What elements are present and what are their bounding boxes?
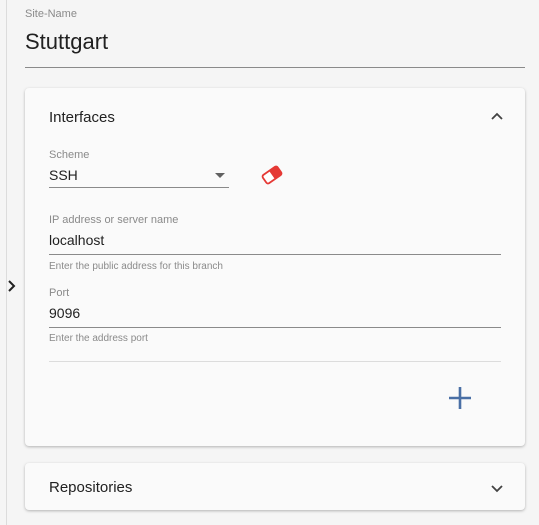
port-input[interactable]: 9096 xyxy=(49,305,80,321)
chevron-up-icon xyxy=(491,112,503,120)
drawer-toggle-button[interactable] xyxy=(4,277,20,295)
site-name-field[interactable]: Stuttgart xyxy=(25,28,108,56)
site-name-underline xyxy=(25,67,525,68)
chevron-right-icon xyxy=(8,280,16,292)
add-interface-button[interactable] xyxy=(446,384,474,412)
scheme-select[interactable]: SSH xyxy=(49,163,229,187)
address-hint: Enter the public address for this branch xyxy=(49,261,223,272)
port-label: Port xyxy=(49,287,70,299)
plus-icon xyxy=(449,387,471,409)
address-label: IP address or server name xyxy=(49,214,179,226)
repositories-panel[interactable]: Repositories xyxy=(25,463,525,510)
scheme-underline xyxy=(49,187,229,188)
site-name-label: Site-Name xyxy=(25,8,77,20)
eraser-icon xyxy=(261,165,283,185)
side-drawer-edge xyxy=(0,0,7,525)
expand-repositories-button[interactable] xyxy=(489,481,505,497)
interfaces-panel-title[interactable]: Interfaces xyxy=(49,109,115,127)
port-hint: Enter the address port xyxy=(49,333,148,344)
app-root: Site-Name Stuttgart Interfaces Scheme SS… xyxy=(0,0,539,525)
scheme-value: SSH xyxy=(49,167,78,183)
dropdown-arrow-icon xyxy=(215,173,225,178)
address-input[interactable]: localhost xyxy=(49,232,104,248)
clear-scheme-button[interactable] xyxy=(260,164,284,186)
interfaces-divider xyxy=(49,361,501,362)
address-underline xyxy=(49,254,501,255)
chevron-down-icon xyxy=(491,485,503,493)
repositories-panel-title[interactable]: Repositories xyxy=(49,479,132,497)
scheme-label: Scheme xyxy=(49,149,90,161)
collapse-interfaces-button[interactable] xyxy=(489,108,505,124)
port-underline xyxy=(49,327,501,328)
interfaces-panel: Interfaces Scheme SSH IP address or serv… xyxy=(25,88,525,446)
